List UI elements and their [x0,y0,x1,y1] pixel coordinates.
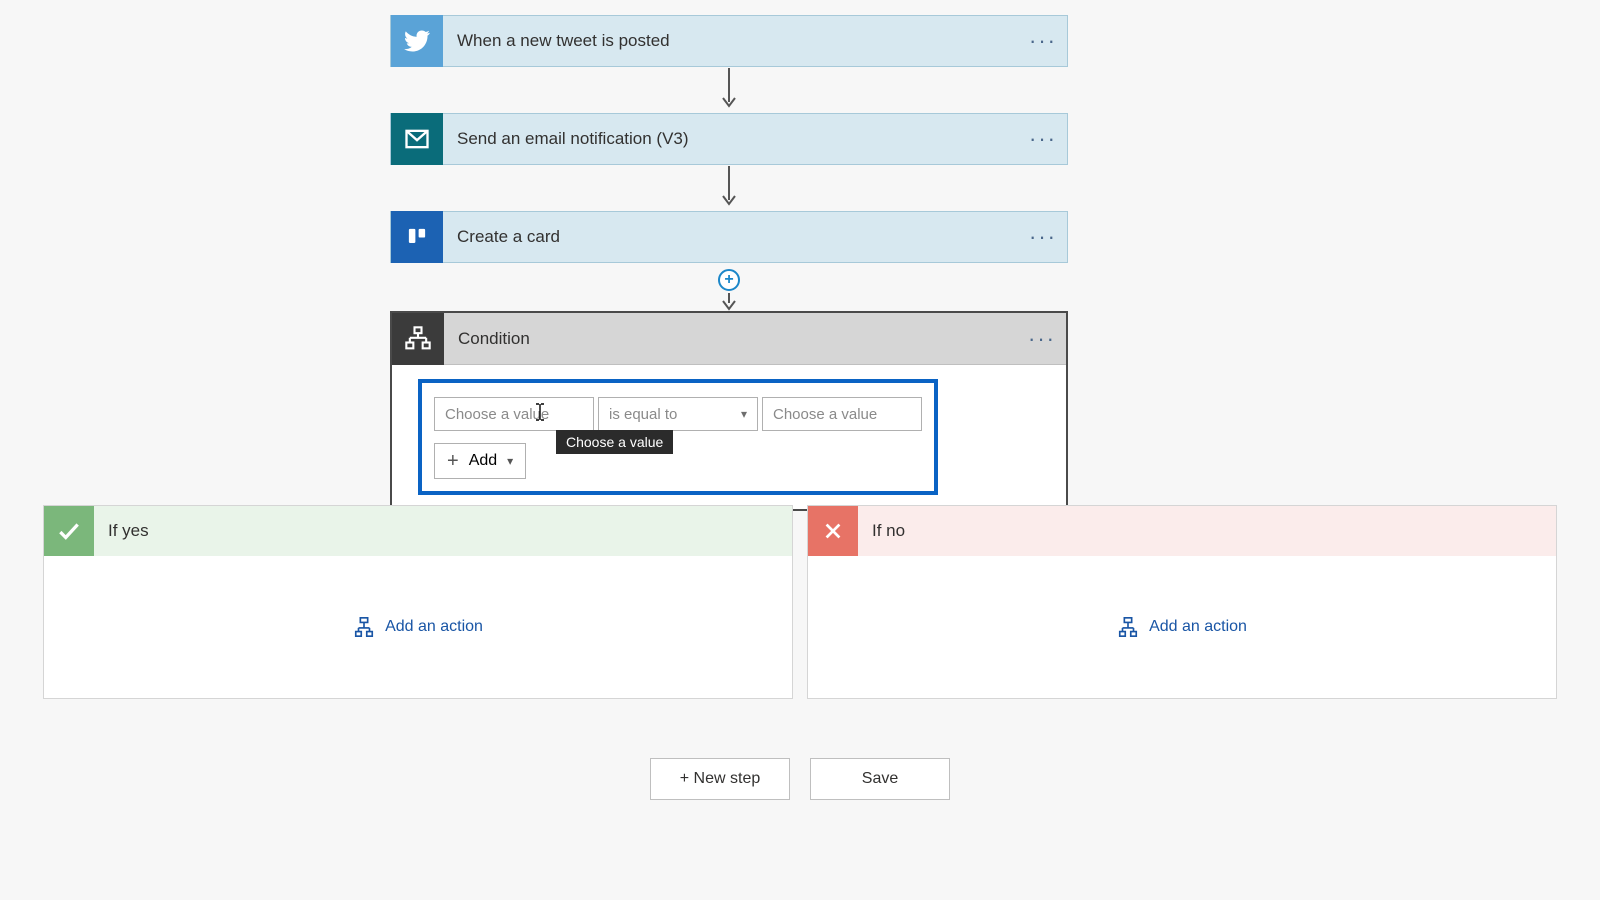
new-step-label: + New step [680,770,760,788]
add-action-label: Add an action [1149,618,1247,636]
plus-icon: + [447,451,459,471]
chevron-down-icon: ▾ [507,454,513,468]
add-action-label: Add an action [385,618,483,636]
if-yes-branch: If yes Add an action [43,505,793,699]
condition-left-value-input[interactable] [434,397,594,431]
add-action-button-yes[interactable]: Add an action [353,616,483,638]
condition-add-button[interactable]: + Add ▾ [434,443,526,479]
condition-right-value-input[interactable] [762,397,922,431]
step-menu-icon[interactable]: ··· [1018,326,1066,352]
save-button[interactable]: Save [810,758,950,800]
condition-icon [392,313,444,365]
condition-operator-label: is equal to [609,406,677,423]
check-icon [44,506,94,556]
add-action-button-no[interactable]: Add an action [1117,616,1247,638]
trigger-title: When a new tweet is posted [443,31,1019,51]
action-card-trello[interactable]: Create a card ··· [390,211,1068,263]
add-action-icon [353,616,375,638]
connector-arrow [390,165,1068,211]
if-yes-label: If yes [94,521,149,541]
condition-title: Condition [444,329,1018,349]
step-menu-icon[interactable]: ··· [1019,224,1067,250]
connector-arrow [390,67,1068,113]
chevron-down-icon: ▾ [741,407,747,421]
trello-icon [391,211,443,263]
save-label: Save [862,770,898,788]
action-card-email[interactable]: Send an email notification (V3) ··· [390,113,1068,165]
new-step-button[interactable]: + New step [650,758,790,800]
mail-icon [391,113,443,165]
insert-step-connector: + [390,263,1068,311]
step-menu-icon[interactable]: ··· [1019,28,1067,54]
action-title: Create a card [443,227,1019,247]
insert-step-button[interactable]: + [718,269,740,291]
connector-arrow [720,293,738,311]
tooltip-choose-value: Choose a value [556,430,673,454]
close-icon [808,506,858,556]
action-title: Send an email notification (V3) [443,129,1019,149]
add-button-label: Add [469,452,497,470]
add-action-icon [1117,616,1139,638]
if-no-label: If no [858,521,905,541]
twitter-icon [391,15,443,67]
condition-operator-dropdown[interactable]: is equal to ▾ [598,397,758,431]
trigger-card-twitter[interactable]: When a new tweet is posted ··· [390,15,1068,67]
condition-card[interactable]: Condition ··· is equal to ▾ + Ad [390,311,1068,511]
condition-rule-group: is equal to ▾ + Add ▾ Choose a value [418,379,938,495]
if-no-branch: If no Add an action [807,505,1557,699]
step-menu-icon[interactable]: ··· [1019,126,1067,152]
